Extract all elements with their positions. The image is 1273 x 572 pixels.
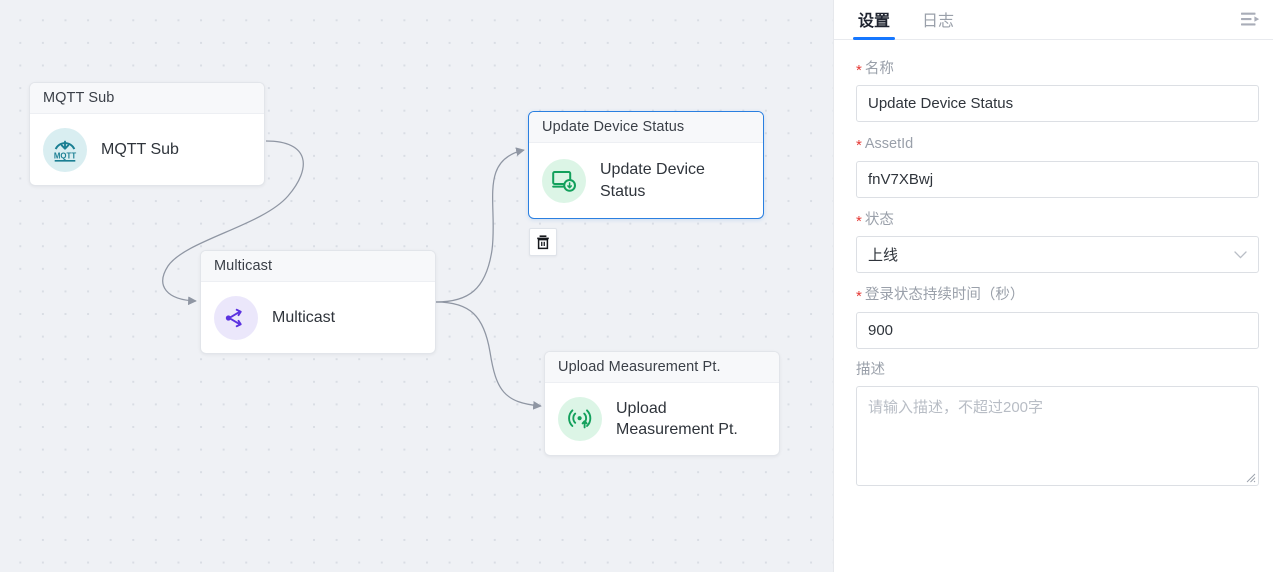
field-label: * 状态 — [856, 211, 1251, 230]
field-login-duration: * 登录状态持续时间（秒） 900 — [856, 286, 1259, 349]
node-label: MQTT Sub — [101, 140, 179, 158]
description-textarea[interactable]: 请输入描述，不超过200字 — [856, 385, 1259, 486]
node-label: Upload Measurement Pt. — [616, 399, 738, 438]
svg-text:MQTT: MQTT — [54, 151, 76, 160]
panel-tabs: 设置 日志 — [834, 0, 1273, 40]
required-marker: * — [856, 288, 862, 306]
field-status: * 状态 上线 — [856, 211, 1259, 274]
required-marker: * — [856, 212, 862, 230]
field-name: * 名称 Update Device Status — [856, 60, 1259, 123]
status-select-value: 上线 — [868, 247, 899, 265]
field-label: * 登录状态持续时间（秒） — [856, 286, 1251, 306]
node-header: Update Device Status — [529, 112, 763, 143]
node-body: Upload Measurement Pt. — [545, 383, 779, 455]
required-marker: * — [856, 137, 862, 155]
flow-canvas[interactable]: MQTT Sub MQTT MQTT Sub Multicast Multica… — [0, 0, 833, 572]
trash-icon — [537, 235, 549, 250]
properties-panel: 设置 日志 * 名称 Update Device Status * AssetI… — [833, 0, 1273, 572]
assetid-input[interactable]: fnV7XBwj — [856, 160, 1259, 198]
status-select[interactable]: 上线 — [856, 236, 1259, 274]
description-placeholder: 请输入描述，不超过200字 — [868, 398, 1044, 416]
node-body: MQTT MQTT Sub — [30, 114, 264, 185]
collapse-panel-icon[interactable] — [1237, 6, 1263, 32]
node-label: Update Device Status — [600, 161, 705, 200]
node-header: MQTT Sub — [30, 83, 264, 114]
label-text: 状态 — [864, 211, 894, 228]
node-body: Update Device Status — [529, 143, 763, 218]
node-multicast[interactable]: Multicast Multicast — [200, 250, 436, 354]
node-body: Multicast — [201, 282, 435, 353]
mqtt-icon: MQTT — [43, 127, 87, 172]
field-assetid: * AssetId fnV7XBwj — [856, 135, 1259, 198]
node-upload-measurement-pt[interactable]: Upload Measurement Pt. Upload Measuremen… — [544, 351, 780, 456]
label-text: 名称 — [864, 61, 894, 77]
node-mqtt-sub[interactable]: MQTT Sub MQTT MQTT Sub — [29, 82, 265, 186]
signal-upload-icon — [558, 397, 602, 441]
node-label: Multicast — [272, 308, 336, 326]
field-label: 描述 — [856, 362, 1251, 379]
edge-multicast-to-upload — [435, 301, 542, 410]
multicast-share-icon — [214, 295, 258, 340]
field-label: * 名称 — [856, 60, 1251, 79]
field-description: 描述 请输入描述，不超过200字 — [856, 362, 1259, 486]
field-label: * AssetId — [856, 135, 1251, 155]
name-input[interactable]: Update Device Status — [856, 85, 1259, 123]
resize-handle[interactable] — [1244, 471, 1256, 483]
node-header: Multicast — [201, 251, 435, 282]
tab-settings[interactable]: 设置 — [852, 14, 896, 40]
monitor-status-icon — [542, 158, 586, 203]
label-text: 登录状态持续时间（秒） — [864, 287, 1025, 304]
label-text: 描述 — [856, 361, 885, 378]
tab-logs[interactable]: 日志 — [920, 14, 956, 39]
required-marker: * — [856, 62, 862, 79]
login-duration-input[interactable]: 900 — [856, 311, 1259, 349]
node-update-device-status[interactable]: Update Device Status Update Device Statu… — [528, 111, 764, 219]
delete-node-button[interactable] — [529, 228, 557, 256]
workflow-editor: MQTT Sub MQTT MQTT Sub Multicast Multica… — [0, 0, 1273, 572]
settings-form: * 名称 Update Device Status * AssetId fnV7… — [834, 40, 1273, 572]
chevron-down-icon — [1234, 248, 1247, 261]
edge-multicast-to-update — [435, 147, 525, 303]
label-text: AssetId — [864, 136, 914, 153]
node-header: Upload Measurement Pt. — [545, 352, 779, 383]
